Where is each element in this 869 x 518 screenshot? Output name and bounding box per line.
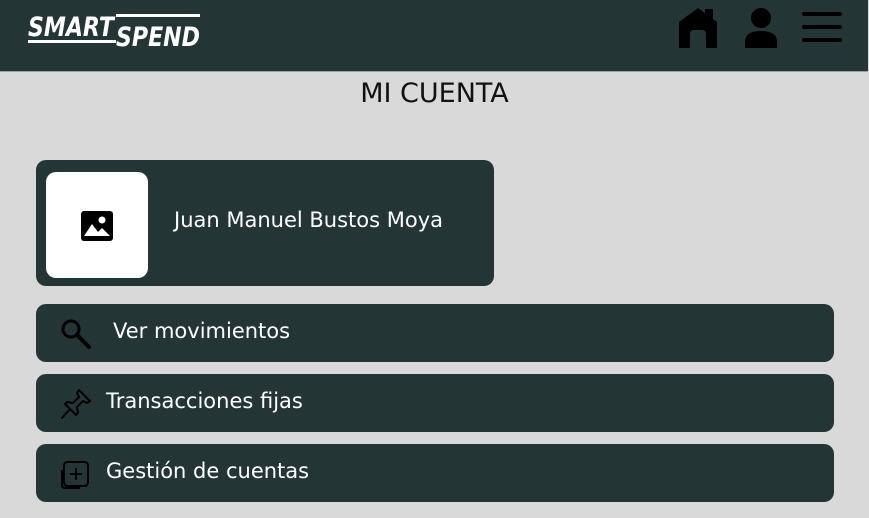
image-icon bbox=[81, 211, 113, 241]
menu-item-ver-movimientos[interactable]: Ver movimientos bbox=[36, 304, 834, 362]
menu-item-label: Gestión de cuentas bbox=[106, 459, 310, 483]
user-icon[interactable] bbox=[740, 6, 782, 50]
menu-item-transacciones-fijas[interactable]: Transacciones fijas bbox=[36, 374, 834, 432]
logo-text-smart: SMART bbox=[28, 12, 116, 43]
smartspend-logo[interactable]: SMART SPEND bbox=[28, 12, 200, 50]
page-title: MI CUENTA bbox=[360, 78, 509, 109]
menu-item-label: Transacciones fijas bbox=[106, 389, 303, 413]
avatar[interactable] bbox=[46, 172, 148, 278]
menu-item-gestion-de-cuentas[interactable]: Gestión de cuentas bbox=[36, 444, 834, 502]
pin-icon bbox=[61, 389, 91, 419]
profile-name: Juan Manuel Bustos Moya bbox=[174, 208, 444, 232]
top-bar: SMART SPEND bbox=[0, 0, 868, 72]
home-icon[interactable] bbox=[676, 6, 720, 50]
menu-icon[interactable] bbox=[800, 6, 844, 50]
search-icon bbox=[61, 319, 91, 349]
add-square-icon bbox=[61, 461, 89, 489]
logo-text-spend: SPEND bbox=[116, 22, 200, 50]
profile-card[interactable]: Juan Manuel Bustos Moya bbox=[36, 160, 494, 286]
menu-item-label: Ver movimientos bbox=[113, 319, 291, 343]
